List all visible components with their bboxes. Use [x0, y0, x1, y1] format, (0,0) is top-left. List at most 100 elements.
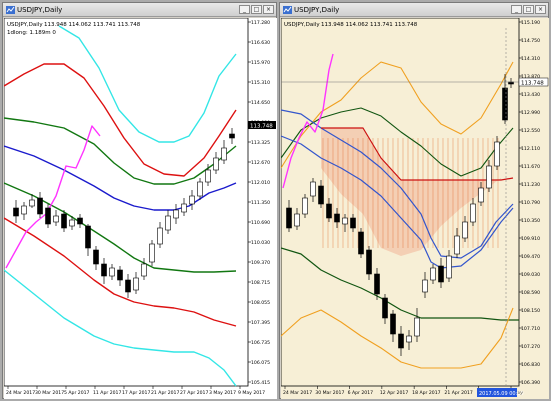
candle-body	[406, 335, 412, 343]
candle-body	[101, 263, 107, 277]
candle-body	[213, 157, 219, 171]
y-tick-label: 110.790	[521, 200, 540, 206]
candle-body	[61, 213, 67, 229]
candle-body	[117, 269, 123, 281]
ohlc-readout: 113.948 114.062 113.741 113.748	[44, 22, 141, 28]
y-tick-label: 108.715	[251, 280, 270, 286]
x-tick-label: 21 Apr 2017	[444, 390, 472, 396]
symbol-info: USDJPY,Daily	[7, 22, 43, 28]
candle-body	[229, 133, 235, 139]
candle-body	[286, 207, 292, 229]
candle-body	[93, 249, 99, 265]
y-tick-label: 109.470	[521, 254, 540, 260]
y-tick-label: 106.830	[521, 362, 540, 368]
y-tick-label: 111.350	[251, 200, 270, 206]
y-tick-label: 110.030	[251, 240, 270, 246]
candle-body	[438, 265, 444, 283]
candle-body	[358, 231, 364, 255]
y-tick-label: 112.550	[521, 128, 540, 134]
candle-body	[454, 235, 460, 255]
x-tick-label: 24 Mar 2017	[283, 390, 312, 396]
candle-body	[165, 215, 171, 231]
y-tick-label: 107.395	[251, 320, 270, 326]
x-tick-label: 5 Apr 2017	[64, 390, 90, 396]
candle-body	[470, 203, 476, 223]
candle-body	[310, 181, 316, 197]
candle-body	[109, 267, 115, 277]
minimize-button[interactable]: _	[511, 5, 522, 14]
candle-body	[366, 249, 372, 275]
candle-body	[21, 205, 27, 215]
candle-body	[326, 203, 332, 219]
y-tick-label: 108.150	[521, 308, 540, 314]
left-window-title: USDJPY,Daily	[17, 6, 63, 14]
minimize-button[interactable]: _	[239, 5, 250, 14]
right-chart-window[interactable]: USDJPY,Daily _ □ × USDJPY,Daily 113.948 …	[279, 2, 549, 399]
candle-body	[29, 199, 35, 207]
right-price-chart[interactable]: USDJPY,Daily 113.948 114.062 113.741 113…	[281, 18, 549, 399]
candle-body	[133, 277, 139, 291]
y-tick-label: 109.370	[251, 260, 270, 266]
candle-body	[141, 263, 147, 277]
x-tick-label: 11 Apr 2017	[93, 390, 121, 396]
y-tick-label: 105.415	[251, 380, 270, 386]
y-tick-label: 113.325	[251, 140, 270, 146]
y-tick-label: 112.670	[251, 160, 270, 166]
x-tick-label: 27 Apr 2017	[180, 390, 208, 396]
y-tick-label: 115.970	[251, 60, 270, 66]
candle-body	[173, 209, 179, 219]
candle-body	[494, 141, 500, 167]
candle-body	[374, 273, 380, 295]
y-tick-label: 110.690	[251, 220, 270, 226]
y-tick-label: 113.430	[521, 92, 540, 98]
candle-body	[125, 279, 131, 293]
candle-body	[181, 203, 187, 213]
y-tick-label: 112.010	[251, 180, 270, 186]
x-tick-label: 30 Mar 2017	[35, 390, 64, 396]
candle-body	[350, 217, 356, 229]
y-tick-label: 106.735	[251, 340, 270, 346]
candle-body	[77, 217, 83, 225]
y-tick-label: 110.350	[521, 218, 540, 224]
left-chart-window[interactable]: USDJPY,Daily _ □ × USDJPY,Daily 113.948 …	[2, 2, 277, 399]
x-tick-label: 24 Mar 2017	[6, 390, 35, 396]
candle-body	[390, 313, 396, 335]
y-tick-label: 109.910	[521, 236, 540, 242]
y-tick-label: 111.670	[521, 164, 540, 170]
maximize-button[interactable]: □	[523, 5, 534, 14]
chart-background	[4, 18, 277, 399]
candle-body	[85, 225, 91, 249]
candle-body	[334, 213, 340, 223]
right-window-titlebar[interactable]: USDJPY,Daily _ □ ×	[280, 3, 548, 17]
candle-body	[342, 217, 348, 225]
candle-body	[462, 221, 468, 239]
candle-body	[45, 207, 51, 225]
left-price-chart[interactable]: USDJPY,Daily 113.948 114.062 113.741 113…	[4, 18, 277, 399]
candle-body	[422, 279, 428, 293]
y-tick-label: 111.230	[521, 182, 540, 188]
candle-body	[382, 297, 388, 319]
y-tick-label: 109.030	[521, 272, 540, 278]
candle-body	[446, 255, 452, 279]
symbol-info: USDJPY,Daily	[284, 22, 320, 28]
candle-body	[69, 219, 75, 227]
maximize-button[interactable]: □	[251, 5, 262, 14]
close-button[interactable]: ×	[535, 5, 546, 14]
y-tick-label: 112.110	[521, 146, 540, 152]
current-price-label: 113.748	[250, 124, 273, 130]
left-window-titlebar[interactable]: USDJPY,Daily _ □ ×	[3, 3, 276, 17]
y-tick-label: 114.650	[251, 100, 270, 106]
candle-body	[478, 187, 484, 203]
x-tick-label: 17 Apr 2017	[122, 390, 150, 396]
y-tick-label: 116.630	[251, 40, 270, 46]
y-tick-label: 108.055	[251, 300, 270, 306]
close-button[interactable]: ×	[263, 5, 274, 14]
candle-body	[486, 165, 492, 189]
y-tick-label: 108.590	[521, 290, 540, 296]
candle-body	[189, 195, 195, 205]
candle-body	[318, 185, 324, 205]
candle-body	[13, 207, 19, 217]
x-tick-label: 9 May 2017	[238, 390, 265, 396]
candle-body	[37, 197, 43, 215]
candle-body	[414, 317, 420, 337]
